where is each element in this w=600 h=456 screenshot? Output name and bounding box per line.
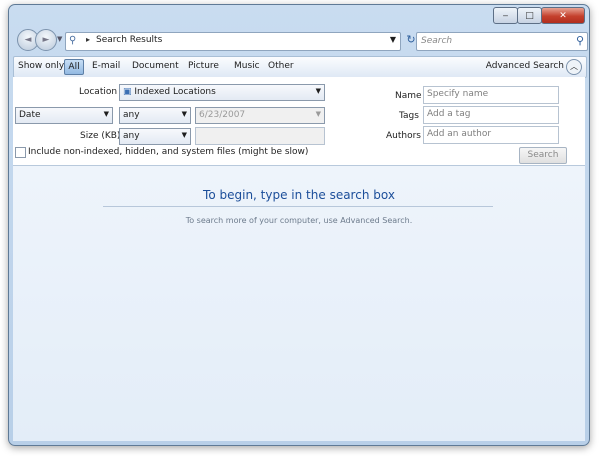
authors-label: Authors [386,131,421,141]
location-select[interactable]: ▣ Indexed Locations ▼ [119,84,325,101]
search-placeholder: Search [421,36,453,46]
chevron-down-icon: ▼ [181,110,187,118]
location-label: Location [79,87,118,97]
date-field-select[interactable]: Date ▼ [15,107,113,124]
minimize-button[interactable]: ‒ [493,7,518,24]
name-label: Name [395,91,422,101]
chevron-down-icon: ▼ [103,110,109,118]
caption-buttons: ‒ □ ✕ [493,7,585,24]
date-value-picker[interactable]: 6/23/2007 ▼ [195,107,325,124]
chevron-up-icon: ︿ [566,59,582,75]
show-only-label: Show only: [18,61,67,71]
address-dropdown-icon[interactable]: ▼ [390,35,396,44]
name-field[interactable]: Specify name [423,86,559,104]
maximize-button[interactable]: □ [517,7,542,24]
breadcrumb-separator-icon[interactable]: ▸ [86,35,90,44]
empty-state-headline: To begin, type in the search box [203,188,395,202]
chevron-down-icon: ▼ [315,110,321,118]
filter-other[interactable]: Other [268,61,294,71]
include-nonindexed-checkbox[interactable] [15,147,26,158]
recent-pages-dropdown-icon[interactable]: ▼ [57,35,62,43]
size-operator-select[interactable]: any ▼ [119,128,191,145]
chevron-down-icon: ▼ [315,87,321,95]
forward-button[interactable]: ► [35,29,57,51]
location-value: ▣ Indexed Locations [123,87,216,97]
empty-state-subtext: To search more of your computer, use Adv… [185,216,413,225]
divider [103,206,493,207]
close-button[interactable]: ✕ [541,7,585,24]
filter-all-button[interactable]: All [64,59,84,75]
address-bar[interactable]: ⚲ ▸ Search Results ▼ [65,32,401,51]
search-window: ‒ □ ✕ ◄ ► ▼ ⚲ ▸ Search Results ▼ ↻ Searc… [8,4,590,446]
size-value-field[interactable] [195,127,325,145]
filter-toolbar: Show only: All E-mail Document Picture M… [13,56,587,78]
results-area: To begin, type in the search box To sear… [13,166,585,441]
tags-label: Tags [399,111,419,121]
filter-music[interactable]: Music [234,61,260,71]
date-operator-select[interactable]: any ▼ [119,107,191,124]
advanced-search-label: Advanced Search [485,61,564,71]
tags-field[interactable]: Add a tag [423,106,559,124]
search-input[interactable]: Search ⚲ [416,32,588,51]
advanced-search-panel: Location ▣ Indexed Locations ▼ Date ▼ any… [13,77,585,166]
include-nonindexed-label[interactable]: Include non-indexed, hidden, and system … [28,147,308,157]
search-folder-icon: ⚲ [69,35,77,46]
address-text: Search Results [96,35,163,45]
size-label: Size (KB) [80,131,121,141]
search-button[interactable]: Search [519,147,567,164]
search-icon[interactable]: ⚲ [576,34,584,47]
authors-field[interactable]: Add an author [423,126,559,144]
advanced-search-toggle[interactable]: Advanced Search ︿ [472,59,582,75]
filter-email[interactable]: E-mail [92,61,120,71]
filter-picture[interactable]: Picture [188,61,219,71]
filter-document[interactable]: Document [132,61,179,71]
drive-icon: ▣ [123,87,132,97]
address-row: ◄ ► ▼ ⚲ ▸ Search Results ▼ ↻ Search ⚲ [15,29,588,53]
chevron-down-icon: ▼ [181,131,187,139]
